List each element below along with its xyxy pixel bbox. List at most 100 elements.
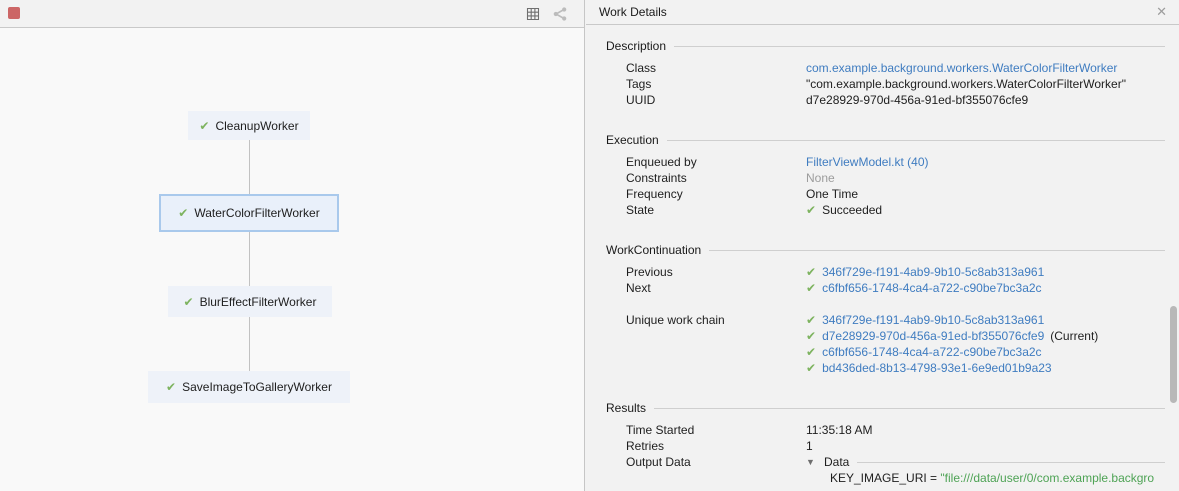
success-check-icon: ✔ [806, 361, 816, 375]
success-check-icon: ✔ [166, 380, 176, 394]
work-details-panel: Work Details ✕ Description Class com.exa… [586, 0, 1179, 491]
worker-node-watercolor-selected[interactable]: ✔ WaterColorFilterWorker [159, 194, 339, 232]
row-label: Enqueued by [626, 154, 806, 170]
success-check-icon: ✔ [806, 203, 816, 217]
output-key-value: KEY_IMAGE_URI = "file:///data/user/0/com… [806, 470, 1165, 486]
tags-value: "com.example.background.workers.WaterCol… [806, 76, 1165, 92]
section-rule [654, 408, 1165, 409]
work-chain-link[interactable]: bd436ded-8b13-4798-93e1-6e9ed01b9a23 [822, 361, 1052, 375]
row-unique-work-chain: Unique work chain ✔ 346f729e-f191-4ab9-9b… [586, 312, 1179, 376]
spacer [586, 296, 1179, 312]
class-link[interactable]: com.example.background.workers.WaterColo… [806, 61, 1117, 75]
previous-work-link[interactable]: 346f729e-f191-4ab9-9b10-5c8ab313a961 [822, 265, 1044, 279]
success-check-icon: ✔ [178, 206, 188, 220]
worker-node-cleanup[interactable]: ✔ CleanupWorker [188, 111, 310, 140]
section-title: WorkContinuation [606, 243, 701, 257]
worker-node-label: WaterColorFilterWorker [194, 206, 319, 220]
section-heading: WorkContinuation [606, 243, 1165, 257]
section-heading: Description [606, 39, 1165, 53]
work-chain-item: ✔ 346f729e-f191-4ab9-9b10-5c8ab313a961 [806, 312, 1165, 328]
section-rule [709, 250, 1165, 251]
vertical-scrollbar-thumb[interactable] [1170, 306, 1177, 403]
success-check-icon: ✔ [806, 329, 816, 343]
enqueued-by-link[interactable]: FilterViewModel.kt (40) [806, 155, 928, 169]
uuid-value: d7e28929-970d-456a-91ed-bf355076cfe9 [806, 92, 1165, 108]
row-retries: Retries 1 [586, 438, 1179, 454]
row-label: UUID [626, 92, 806, 108]
row-frequency: Frequency One Time [586, 186, 1179, 202]
row-tags: Tags "com.example.background.workers.Wat… [586, 76, 1179, 92]
success-check-icon: ✔ [806, 281, 816, 295]
work-chain-link[interactable]: 346f729e-f191-4ab9-9b10-5c8ab313a961 [822, 313, 1044, 327]
work-chain-link[interactable]: c6fbf656-1748-4ca4-a722-c90be7bc3a2c [822, 345, 1042, 359]
row-label: Class [626, 60, 806, 76]
panel-title: Work Details [599, 5, 1154, 19]
background-task-inspector: { "icons": { "check": "✔", "close": "✕",… [0, 0, 1179, 491]
graph-view-icon[interactable] [552, 7, 568, 21]
row-next: Next ✔ c6fbf656-1748-4ca4-a722-c90be7bc3a… [586, 280, 1179, 296]
output-value-string: "file:///data/user/0/com.example.backgro [940, 471, 1154, 485]
close-icon[interactable]: ✕ [1154, 4, 1169, 20]
row-enqueued-by: Enqueued by FilterViewModel.kt (40) [586, 154, 1179, 170]
row-label: Time Started [626, 422, 806, 438]
data-title: Data [824, 454, 849, 470]
output-key: KEY_IMAGE_URI [830, 471, 927, 485]
data-subheading: ▼Data [806, 454, 1165, 470]
row-time-started: Time Started 11:35:18 AM [586, 422, 1179, 438]
row-constraints: Constraints None [586, 170, 1179, 186]
row-label: Tags [626, 76, 806, 92]
row-output-data: Output Data ▼Data KEY_IMAGE_URI = "file:… [586, 454, 1179, 486]
work-graph: ✔ CleanupWorker ✔ WaterColorFilterWorker… [0, 28, 583, 491]
section-rule [667, 140, 1165, 141]
section-results: Results Time Started 11:35:18 AM Retries… [586, 401, 1179, 486]
success-check-icon: ✔ [184, 295, 194, 309]
equals-sign: = [930, 471, 937, 485]
worker-node-label: CleanupWorker [215, 119, 298, 133]
work-details-content: Description Class com.example.background… [586, 25, 1179, 490]
row-label: Unique work chain [626, 312, 806, 376]
worker-node-label: BlurEffectFilterWorker [200, 295, 317, 309]
section-title: Results [606, 401, 646, 415]
work-chain-item: ✔ bd436ded-8b13-4798-93e1-6e9ed01b9a23 [806, 360, 1165, 376]
section-workcontinuation: WorkContinuation Previous ✔ 346f729e-f191… [586, 243, 1179, 376]
row-previous: Previous ✔ 346f729e-f191-4ab9-9b10-5c8ab3… [586, 264, 1179, 280]
row-label: Next [626, 280, 806, 296]
success-check-icon: ✔ [806, 265, 816, 279]
constraints-value: None [806, 170, 1165, 186]
row-state: State ✔ Succeeded [586, 202, 1179, 218]
worker-node-saveimage[interactable]: ✔ SaveImageToGalleryWorker [148, 371, 350, 403]
row-label: Previous [626, 264, 806, 280]
work-chain-item: ✔ c6fbf656-1748-4ca4-a722-c90be7bc3a2c [806, 344, 1165, 360]
section-title: Execution [606, 133, 659, 147]
inspector-toolbar [0, 0, 584, 28]
success-check-icon: ✔ [199, 119, 209, 133]
frequency-value: One Time [806, 186, 1165, 202]
section-title: Description [606, 39, 666, 53]
section-rule [674, 46, 1165, 47]
worker-node-blureffect[interactable]: ✔ BlurEffectFilterWorker [168, 286, 332, 317]
row-label: Frequency [626, 186, 806, 202]
success-check-icon: ✔ [806, 313, 816, 327]
section-description: Description Class com.example.background… [586, 39, 1179, 108]
graph-panel: ✔ CleanupWorker ✔ WaterColorFilterWorker… [0, 0, 585, 491]
row-label: Retries [626, 438, 806, 454]
row-label: Output Data [626, 454, 806, 486]
section-heading: Execution [606, 133, 1165, 147]
success-check-icon: ✔ [806, 345, 816, 359]
work-chain-link-current[interactable]: d7e28929-970d-456a-91ed-bf355076cfe9 [822, 329, 1044, 343]
section-rule [857, 462, 1165, 463]
collapse-triangle-icon[interactable]: ▼ [806, 454, 824, 470]
state-value: ✔ Succeeded [806, 202, 1165, 218]
state-text: Succeeded [822, 203, 882, 217]
row-label: State [626, 202, 806, 218]
next-work-link[interactable]: c6fbf656-1748-4ca4-a722-c90be7bc3a2c [822, 281, 1042, 295]
stop-inspection-icon[interactable] [8, 7, 20, 19]
worker-node-label: SaveImageToGalleryWorker [182, 380, 332, 394]
time-started-value: 11:35:18 AM [806, 422, 1165, 438]
retries-value: 1 [806, 438, 1165, 454]
row-label: Constraints [626, 170, 806, 186]
row-uuid: UUID d7e28929-970d-456a-91ed-bf355076cfe… [586, 92, 1179, 108]
table-view-icon[interactable] [525, 7, 541, 21]
work-details-header: Work Details ✕ [586, 0, 1179, 25]
work-chain-list: ✔ 346f729e-f191-4ab9-9b10-5c8ab313a961 ✔ d… [806, 312, 1165, 376]
